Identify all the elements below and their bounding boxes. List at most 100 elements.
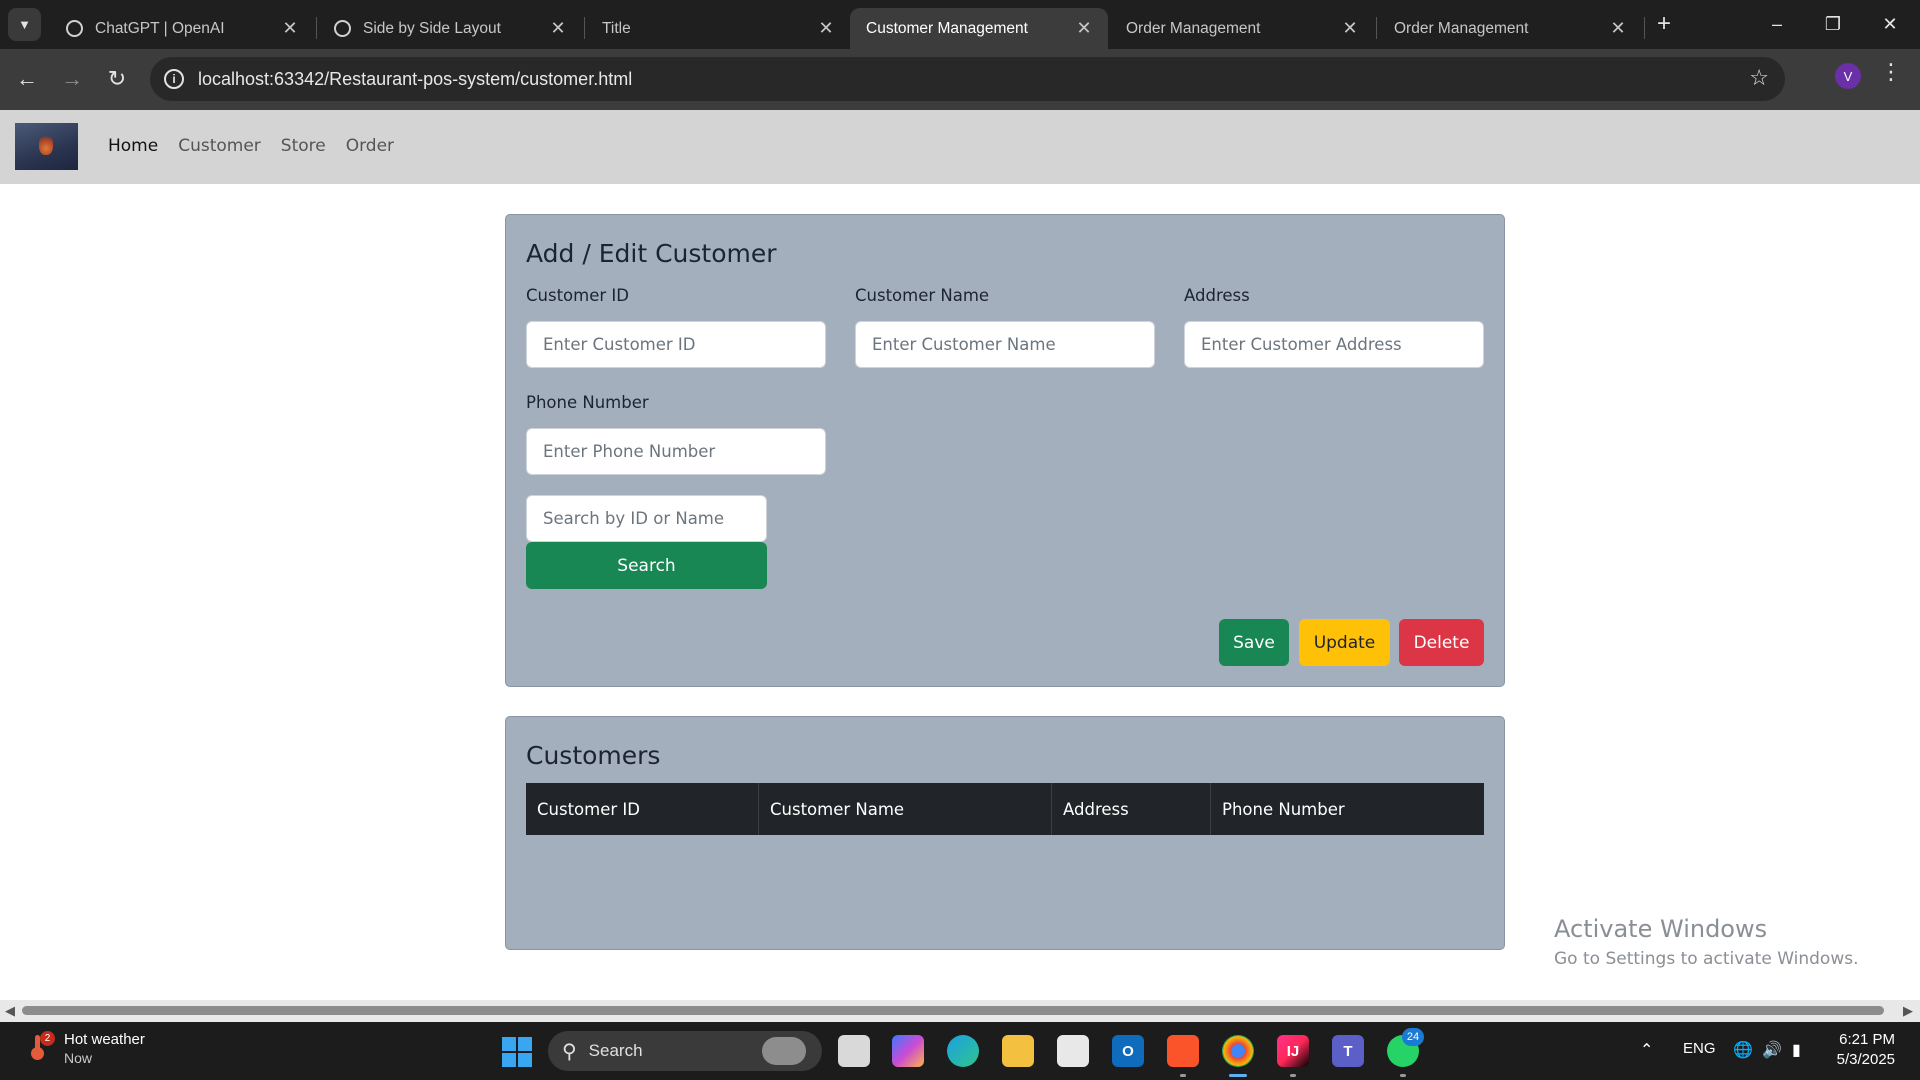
tab-side-by-side[interactable]: Side by Side Layout ✕ (318, 8, 582, 49)
profile-avatar[interactable]: V (1835, 63, 1861, 89)
nav-link-customer[interactable]: Customer (178, 136, 261, 156)
nav-link-order[interactable]: Order (346, 136, 394, 156)
address-bar[interactable]: i localhost:63342/Restaurant-pos-system/… (150, 57, 1785, 101)
brand-logo[interactable] (15, 123, 78, 170)
address-input[interactable]: Enter Customer Address (1184, 321, 1484, 368)
weather-widget[interactable]: 2 Hot weather Now (28, 1030, 145, 1066)
watermark-subtitle: Go to Settings to activate Windows. (1554, 949, 1859, 969)
customer-name-label: Customer Name (855, 286, 990, 305)
restore-button[interactable]: ❐ (1813, 6, 1853, 42)
reload-icon: ↻ (107, 66, 127, 91)
arrow-right-icon: → (61, 66, 83, 91)
form-title: Add / Edit Customer (526, 239, 777, 268)
reload-button[interactable]: ↻ (100, 62, 134, 96)
language-indicator[interactable]: ENG (1683, 1040, 1716, 1057)
customers-table-card: Customers Customer ID Customer Name Addr… (505, 716, 1505, 950)
active-app-indicator (1229, 1074, 1247, 1077)
weather-title: Hot weather (64, 1031, 145, 1048)
weather-badge: 2 (40, 1030, 55, 1046)
delete-button[interactable]: Delete (1399, 619, 1484, 666)
scroll-left-arrow-icon[interactable]: ◀ (5, 1003, 15, 1019)
network-globe-icon[interactable]: 🌐 (1733, 1040, 1753, 1060)
intellij-icon[interactable]: IJ (1277, 1035, 1309, 1067)
running-indicator (1400, 1074, 1406, 1077)
tab-order-management[interactable]: Order Management ✕ (1110, 8, 1374, 136)
column-header-phone-number: Phone Number (1222, 799, 1345, 819)
update-button[interactable]: Update (1299, 619, 1390, 666)
watermark-title: Activate Windows (1554, 915, 1768, 943)
nav-link-store[interactable]: Store (281, 136, 326, 156)
close-icon[interactable]: ✕ (1608, 18, 1628, 39)
close-icon[interactable]: ✕ (548, 18, 568, 39)
system-clock[interactable]: 6:21 PM 5/3/2025 (1830, 1030, 1895, 1070)
openai-icon (334, 20, 351, 37)
bookmark-star-icon[interactable]: ☆ (1749, 65, 1769, 91)
phone-number-input[interactable]: Enter Phone Number (526, 428, 826, 475)
close-icon[interactable]: ✕ (280, 18, 300, 39)
chrome-icon[interactable] (1222, 1035, 1254, 1067)
search-input[interactable]: Search by ID or Name (526, 495, 767, 542)
forward-button[interactable]: → (55, 62, 89, 96)
site-info-icon[interactable]: i (164, 69, 184, 89)
tab-title: Order Management (1126, 19, 1261, 37)
scrollbar-thumb[interactable] (22, 1006, 1884, 1015)
outlook-icon[interactable]: O (1112, 1035, 1144, 1067)
tab-title: Order Management (1394, 19, 1529, 37)
tab-order-management-2[interactable]: Order Management ✕ (1378, 8, 1642, 136)
close-icon[interactable]: ✕ (1074, 18, 1094, 39)
running-indicator (1180, 1074, 1186, 1077)
address-label: Address (1184, 286, 1250, 305)
windows-start-icon[interactable] (502, 1037, 532, 1067)
edge-icon[interactable] (947, 1035, 979, 1067)
clock-date: 5/3/2025 (1836, 1051, 1895, 1068)
tab-separator (584, 17, 585, 39)
tab-search-button[interactable]: ▼ (8, 8, 41, 41)
battery-icon[interactable]: ▮ (1792, 1040, 1801, 1060)
show-hidden-icons-chevron-up-icon[interactable]: ⌃ (1640, 1040, 1653, 1060)
clock-time: 6:21 PM (1839, 1031, 1895, 1048)
page-viewport: Home Customer Store Order Add / Edit Cus… (0, 110, 1920, 1000)
tab-customer-management[interactable]: Customer Management ✕ (850, 8, 1108, 136)
tab-title-page[interactable]: Title ✕ (586, 8, 850, 136)
tab-title: Customer Management (866, 19, 1028, 37)
search-icon: ⚲ (562, 1040, 577, 1063)
customer-form-card: Add / Edit Customer Customer ID Enter Cu… (505, 214, 1505, 687)
menu-dots-icon[interactable]: ⋮ (1880, 59, 1902, 85)
tab-title: Title (602, 19, 631, 37)
nav-link-home[interactable]: Home (108, 136, 158, 156)
site-navbar: Home Customer Store Order (0, 110, 1920, 184)
minimize-button[interactable]: – (1757, 6, 1797, 42)
taskbar-search-label: Search (588, 1041, 643, 1060)
teams-icon[interactable]: T (1332, 1035, 1364, 1067)
task-view-icon[interactable] (838, 1035, 870, 1067)
file-explorer-icon[interactable] (1002, 1035, 1034, 1067)
horizontal-scrollbar[interactable]: ◀ ▶ (0, 1000, 1920, 1022)
customer-name-input[interactable]: Enter Customer Name (855, 321, 1155, 368)
taskbar-search[interactable]: ⚲ Search (548, 1031, 822, 1071)
chevron-down-icon: ▼ (18, 17, 31, 32)
microsoft-store-icon[interactable] (1057, 1035, 1089, 1067)
save-button[interactable]: Save (1219, 619, 1289, 666)
back-button[interactable]: ← (10, 62, 44, 96)
close-icon[interactable]: ✕ (1340, 18, 1360, 39)
brave-icon[interactable] (1167, 1035, 1199, 1067)
browser-tab-bar: ▼ ChatGPT | OpenAI ✕ Side by Side Layout… (0, 0, 1920, 136)
tab-title: Side by Side Layout (363, 19, 501, 37)
table-header-row: Customer ID Customer Name Address Phone … (526, 783, 1484, 835)
phone-number-label: Phone Number (526, 393, 649, 412)
tab-chatgpt[interactable]: ChatGPT | OpenAI ✕ (50, 8, 314, 49)
close-icon[interactable]: ✕ (816, 18, 836, 39)
new-tab-button[interactable]: + (1650, 10, 1678, 38)
search-button[interactable]: Search (526, 542, 767, 589)
customer-id-label: Customer ID (526, 286, 629, 305)
scroll-right-arrow-icon[interactable]: ▶ (1903, 1003, 1913, 1019)
restore-icon: ❐ (1824, 13, 1842, 34)
column-header-customer-name: Customer Name (759, 783, 1052, 835)
close-window-button[interactable]: ✕ (1870, 6, 1910, 42)
column-header-customer-id: Customer ID (526, 783, 759, 835)
copilot-icon[interactable] (892, 1035, 924, 1067)
customer-id-input[interactable]: Enter Customer ID (526, 321, 826, 368)
activate-windows-watermark: Activate Windows Go to Settings to activ… (1554, 915, 1859, 969)
volume-icon[interactable]: 🔊 (1762, 1040, 1782, 1060)
tab-separator (316, 17, 317, 39)
